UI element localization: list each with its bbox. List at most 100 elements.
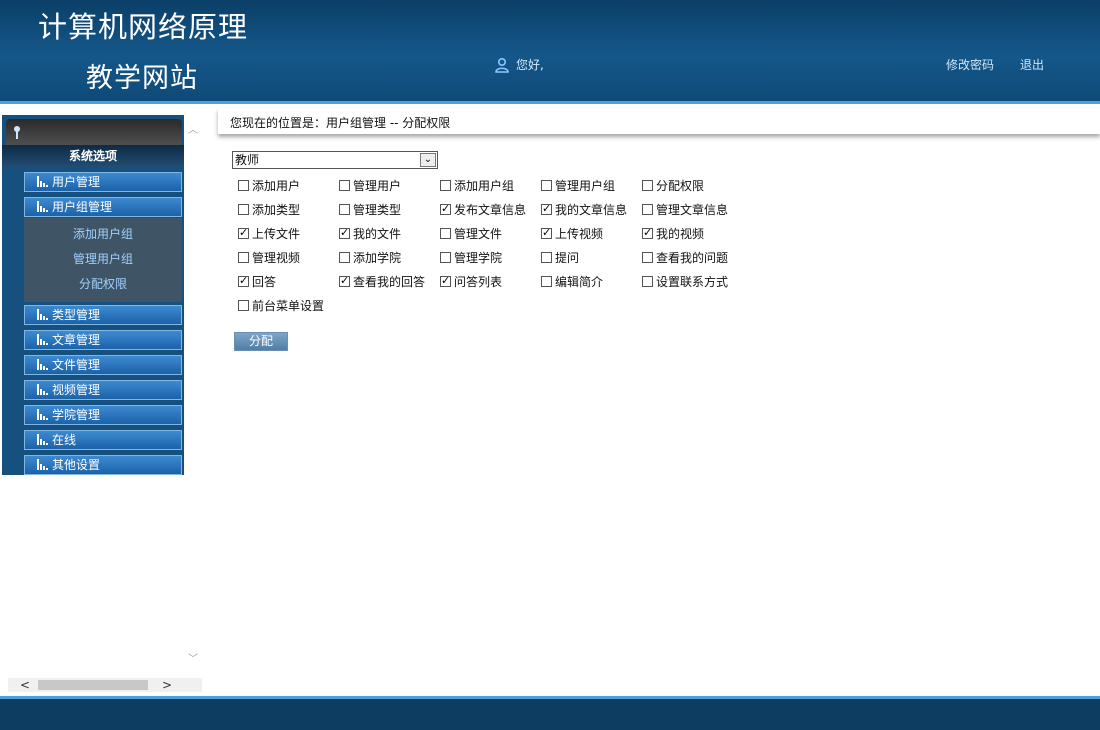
permission-checkbox[interactable]: 分配权限 [642,176,704,194]
permission-checkbox[interactable]: 我的文章信息 [541,200,627,218]
permission-checkbox[interactable]: 添加类型 [238,200,300,218]
sidebar-top-bar [6,119,182,145]
permission-checkbox[interactable]: 提问 [541,248,579,266]
checkbox-unchecked[interactable] [238,203,249,215]
permission-checkbox[interactable]: 管理视频 [238,248,300,266]
permission-label: 回答 [252,274,277,289]
sidebar-item-file-management[interactable]: 文件管理 [24,355,182,375]
scroll-up-arrow-icon[interactable]: ︿ [188,121,198,136]
checkbox-checked[interactable] [238,274,249,287]
bar-chart-icon [37,176,48,187]
permission-checkbox[interactable]: 管理学院 [440,248,502,266]
user-icon [495,57,509,73]
permission-checkbox[interactable]: 我的视频 [642,224,704,242]
checkbox-unchecked[interactable] [642,203,653,215]
permission-checkbox[interactable]: 管理类型 [339,200,401,218]
checkbox-unchecked[interactable] [642,251,653,263]
sidebar-item-online[interactable]: 在线 [24,430,182,450]
permission-checkbox[interactable]: 我的文件 [339,224,401,242]
sidebar-item-college-management[interactable]: 学院管理 [24,405,182,425]
role-select[interactable]: 教师 ⌄ [232,151,438,169]
checkbox-unchecked[interactable] [440,251,451,263]
chevron-down-icon[interactable]: ⌄ [420,153,436,167]
checkbox-unchecked[interactable] [339,251,350,263]
checkbox-checked[interactable] [440,202,451,215]
permission-checkbox[interactable]: 管理文件 [440,224,502,242]
permission-checkbox[interactable]: 添加用户 [238,176,300,194]
bar-chart-icon [37,309,48,320]
scroll-left-icon[interactable]: < [20,678,30,692]
permission-label: 上传文件 [252,226,301,241]
sidebar-item-article-management[interactable]: 文章管理 [24,330,182,350]
checkbox-unchecked[interactable] [642,275,653,287]
logout-link[interactable]: 退出 [1020,56,1044,73]
sidebar-item-other-settings[interactable]: 其他设置 [24,455,182,475]
checkbox-unchecked[interactable] [339,203,350,215]
scroll-right-icon[interactable]: > [162,678,172,692]
checkbox-unchecked[interactable] [440,179,451,191]
checkbox-unchecked[interactable] [440,227,451,239]
submenu-manage-usergroup[interactable]: 管理用户组 [24,250,182,267]
permission-label: 添加用户组 [454,178,515,193]
bar-chart-icon [37,359,48,370]
checkbox-checked[interactable] [238,226,249,239]
permission-checkbox[interactable]: 上传视频 [541,224,603,242]
scroll-thumb[interactable] [38,680,148,690]
permission-checkbox[interactable]: 管理文章信息 [642,200,728,218]
permission-checkbox[interactable]: 回答 [238,272,276,290]
breadcrumb: 您现在的位置是：用户组管理 -- 分配权限 [230,116,451,130]
checkbox-unchecked[interactable] [238,251,249,263]
checkbox-unchecked[interactable] [642,179,653,191]
checkbox-checked[interactable] [541,226,552,239]
checkbox-unchecked[interactable] [541,179,552,191]
permission-label: 管理学院 [454,250,503,265]
breadcrumb-bar: 您现在的位置是：用户组管理 -- 分配权限 [218,108,1100,134]
checkbox-unchecked[interactable] [238,299,249,311]
checkbox-checked[interactable] [339,226,350,239]
checkbox-unchecked[interactable] [339,179,350,191]
assign-button[interactable]: 分配 [234,332,288,351]
checkbox-unchecked[interactable] [541,275,552,287]
permission-checkbox[interactable]: 前台菜单设置 [238,296,324,314]
change-password-link[interactable]: 修改密码 [946,56,994,73]
permission-checkbox[interactable]: 管理用户组 [541,176,615,194]
permission-checkbox[interactable]: 添加学院 [339,248,401,266]
permission-checkbox[interactable]: 管理用户 [339,176,401,194]
permission-checkbox[interactable]: 添加用户组 [440,176,514,194]
checkbox-unchecked[interactable] [238,179,249,191]
permission-checkbox[interactable]: 查看我的回答 [339,272,425,290]
permission-checkbox[interactable]: 问答列表 [440,272,502,290]
permission-label: 管理文件 [454,226,503,241]
permission-label: 管理类型 [353,202,402,217]
sidebar: 系统选项 用户管理 用户组管理 添加用户组 管理用户组 分配权限 类型管理 文章… [2,107,202,692]
checkbox-checked[interactable] [642,226,653,239]
permission-checkbox[interactable]: 编辑简介 [541,272,603,290]
checkbox-unchecked[interactable] [541,251,552,263]
site-title-line1: 计算机网络原理 [38,10,249,44]
permission-checkbox[interactable]: 设置联系方式 [642,272,728,290]
permission-label: 管理视频 [252,250,301,265]
checkbox-checked[interactable] [339,274,350,287]
checkbox-checked[interactable] [541,202,552,215]
sidebar-item-label: 视频管理 [52,383,101,397]
sidebar-item-user-management[interactable]: 用户管理 [24,172,182,192]
permission-label: 查看我的回答 [353,274,426,289]
sidebar-item-label: 文件管理 [52,358,101,372]
horizontal-scrollbar[interactable]: < > [8,678,202,692]
sidebar-item-usergroup-management[interactable]: 用户组管理 [24,197,182,217]
sidebar-item-type-management[interactable]: 类型管理 [24,305,182,325]
scroll-down-arrow-icon[interactable]: ﹀ [188,650,198,665]
sidebar-heading: 系统选项 [2,145,184,167]
sidebar-item-label: 学院管理 [52,408,101,422]
sidebar-item-video-management[interactable]: 视频管理 [24,380,182,400]
submenu-assign-permissions[interactable]: 分配权限 [24,275,182,292]
permission-checkbox[interactable]: 上传文件 [238,224,300,242]
submenu-add-usergroup[interactable]: 添加用户组 [24,225,182,242]
footer-bar [0,696,1100,730]
checkbox-checked[interactable] [440,274,451,287]
permission-checkbox[interactable]: 发布文章信息 [440,200,526,218]
permission-checkbox[interactable]: 查看我的问题 [642,248,728,266]
header-banner: 计算机网络原理 教学网站 您好, 修改密码 退出 [0,0,1100,104]
permission-label: 前台菜单设置 [252,298,325,313]
usergroup-submenu: 添加用户组 管理用户组 分配权限 [24,218,182,302]
